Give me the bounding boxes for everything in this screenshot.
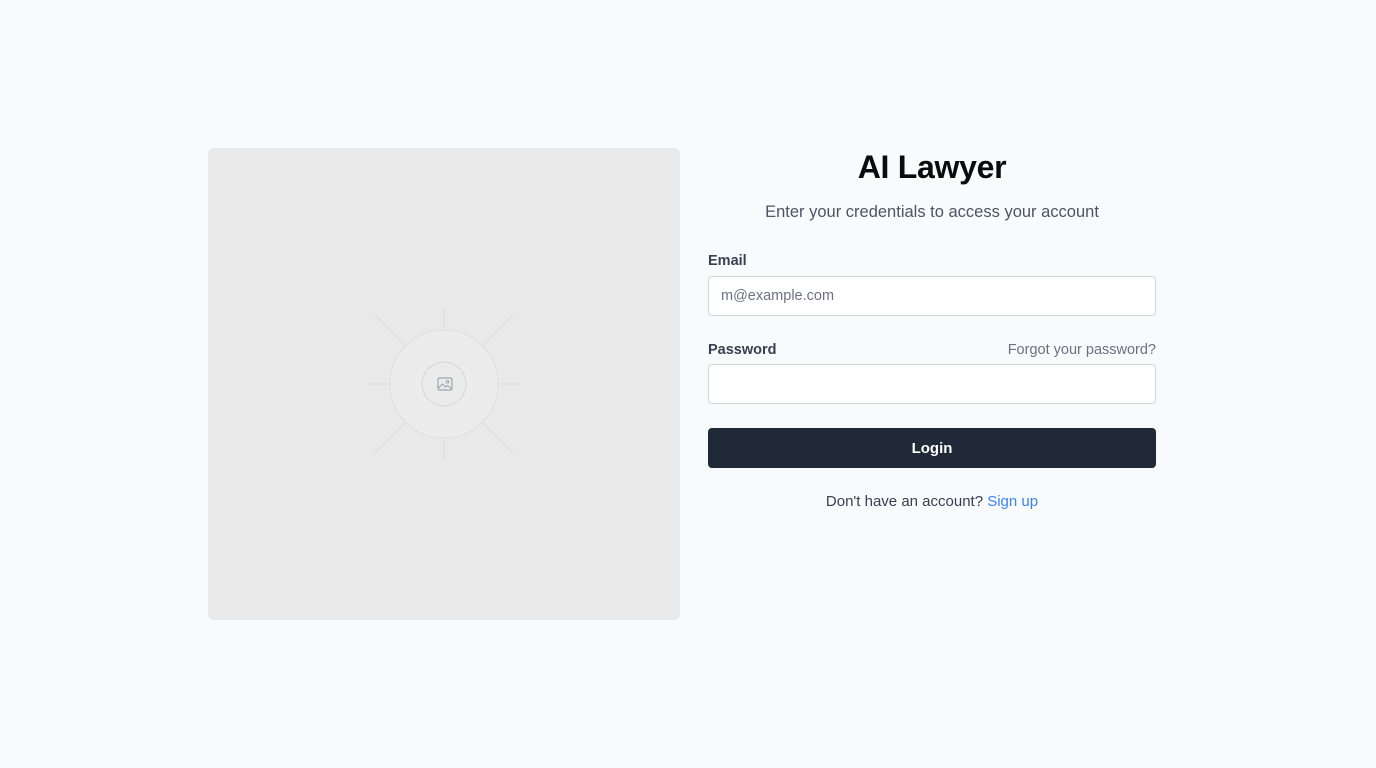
subtitle: Enter your credentials to access your ac… bbox=[765, 203, 1099, 221]
password-label-row: Password Forgot your password? bbox=[708, 341, 1156, 359]
image-placeholder-panel bbox=[208, 148, 680, 620]
signup-prompt-text: Don't have an account? bbox=[825, 493, 988, 510]
forgot-password-link[interactable]: Forgot your password? bbox=[1008, 341, 1156, 359]
login-form: AI Lawyer Enter your credentials to acce… bbox=[708, 148, 1156, 510]
signup-link[interactable]: Sign up bbox=[987, 493, 1038, 510]
signup-prompt-row: Don't have an account? Sign up bbox=[708, 492, 1156, 512]
email-field[interactable] bbox=[708, 276, 1156, 316]
app-title: AI Lawyer bbox=[857, 149, 1007, 185]
email-label: Email bbox=[708, 253, 747, 269]
password-label: Password bbox=[708, 342, 777, 358]
password-field[interactable] bbox=[708, 364, 1156, 404]
login-button[interactable]: Login bbox=[708, 428, 1156, 468]
login-page: AI Lawyer Enter your credentials to acce… bbox=[0, 0, 1376, 768]
image-placeholder-icon bbox=[437, 377, 453, 391]
